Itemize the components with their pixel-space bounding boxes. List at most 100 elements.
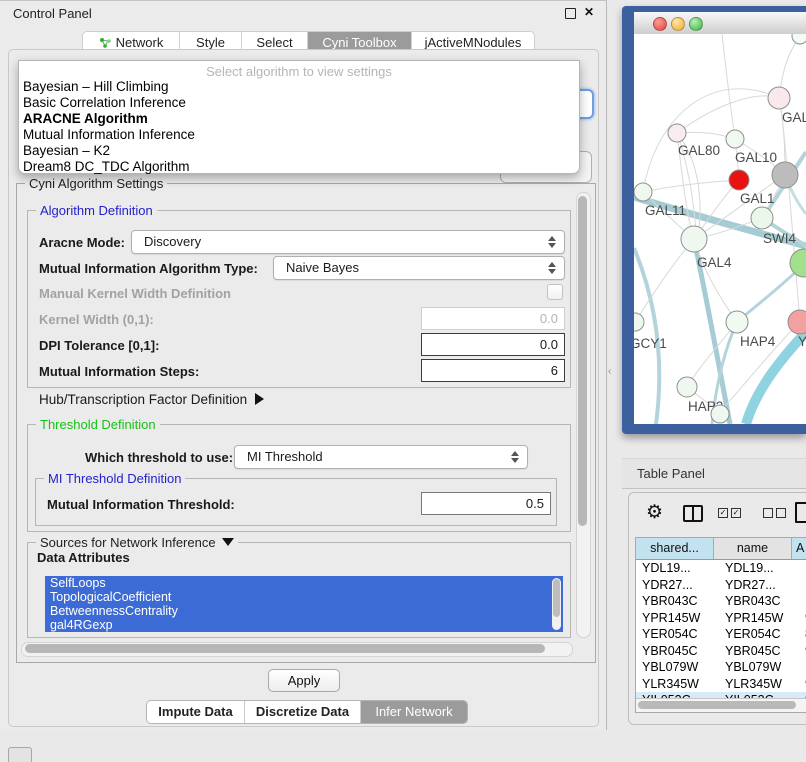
- tab-discretize-data[interactable]: Discretize Data: [245, 701, 361, 723]
- network-node[interactable]: [790, 249, 806, 277]
- table-row[interactable]: YLR345WYLR345W9.: [636, 676, 806, 693]
- algorithm-option[interactable]: Dream8 DC_TDC Algorithm: [19, 159, 579, 175]
- attribute-list-item[interactable]: gal4RGexp: [45, 618, 563, 632]
- settings-horizontal-scrollbar[interactable]: [21, 642, 573, 657]
- dpi-tolerance-input[interactable]: 0.0: [421, 333, 565, 356]
- select-all-icon[interactable]: ✓✓: [718, 508, 741, 518]
- algorithm-option[interactable]: ARACNE Algorithm: [19, 111, 579, 127]
- network-node-gal80[interactable]: [668, 124, 686, 142]
- table-cell: [802, 659, 806, 676]
- column-header-third[interactable]: A: [792, 538, 806, 559]
- settings-group-title: Cyni Algorithm Settings: [25, 176, 167, 191]
- mi-steps-label: Mutual Information Steps:: [39, 364, 199, 379]
- network-edge[interactable]: [722, 34, 735, 139]
- chevron-right-icon: [255, 393, 264, 405]
- minimize-traffic-light-icon[interactable]: [671, 17, 685, 31]
- table-cell: 13: [802, 560, 806, 577]
- network-edge[interactable]: [677, 96, 779, 133]
- gear-icon[interactable]: ⚙: [646, 501, 663, 524]
- network-node-label: GAL1: [740, 191, 775, 206]
- table-row[interactable]: YBL079WYBL079W: [636, 659, 806, 676]
- table-horizontal-thumb[interactable]: [638, 701, 796, 709]
- splitter-collapse-icon[interactable]: ‹: [608, 366, 611, 377]
- settings-vertical-scrollbar[interactable]: [576, 192, 591, 638]
- column-view-icon[interactable]: [683, 505, 703, 522]
- attribute-list-item[interactable]: TopologicalCoefficient: [45, 590, 563, 604]
- tab-impute-data[interactable]: Impute Data: [147, 701, 245, 723]
- algorithm-option[interactable]: Bayesian – K2: [19, 143, 579, 159]
- manual-kernel-checkbox[interactable]: [547, 284, 563, 300]
- attribute-list-item[interactable]: SelfLoops: [45, 576, 563, 590]
- table-horizontal-scrollbar[interactable]: [636, 698, 806, 712]
- network-canvas[interactable]: GALGAL80GAL10GAL1GAL11SWI4GAL4HAP4YGCY1H…: [634, 34, 806, 424]
- deselect-all-icon[interactable]: [763, 508, 786, 518]
- which-threshold-combobox[interactable]: MI Threshold: [234, 445, 528, 469]
- table-cell: YDL19...: [719, 560, 802, 577]
- algorithm-option[interactable]: Mutual Information Inference: [19, 127, 579, 143]
- aracne-mode-combobox[interactable]: Discovery: [131, 230, 565, 254]
- checked-box-icon: ✓: [718, 508, 728, 518]
- network-node-label: GAL80: [678, 143, 720, 158]
- table-panel-title: Table Panel: [637, 466, 705, 481]
- network-edge[interactable]: [780, 100, 800, 322]
- sources-title-label: Sources for Network Inference: [40, 535, 216, 550]
- column-header-shared-name[interactable]: shared...: [636, 538, 714, 559]
- data-attributes-list[interactable]: SelfLoopsTopologicalCoefficientBetweenne…: [45, 576, 563, 632]
- attribute-list-item[interactable]: BetweennessCentrality: [45, 604, 563, 618]
- mi-threshold-input[interactable]: 0.5: [421, 492, 551, 515]
- combo-arrows-icon: [548, 261, 555, 275]
- table-cell: YDR27...: [636, 577, 719, 594]
- network-node-hap2[interactable]: [677, 377, 697, 397]
- settings-horizontal-thumb[interactable]: [25, 644, 545, 653]
- list-scrollbar[interactable]: [552, 578, 561, 630]
- unchecked-box-icon: [776, 508, 786, 518]
- table-row[interactable]: YER054CYER054C8.: [636, 626, 806, 643]
- network-node-hap4[interactable]: [726, 311, 748, 333]
- close-icon[interactable]: ✕: [584, 5, 594, 19]
- algorithm-definition-title: Algorithm Definition: [36, 203, 157, 218]
- network-node-y[interactable]: [788, 310, 806, 334]
- network-node-label: HAP4: [740, 334, 776, 349]
- network-node[interactable]: [711, 405, 729, 423]
- network-node[interactable]: [772, 162, 798, 188]
- network-node-gal1[interactable]: [729, 170, 749, 190]
- list-scrollbar-thumb[interactable]: [553, 579, 560, 617]
- tab-label: Infer Network: [375, 704, 452, 719]
- algorithm-option[interactable]: Bayesian – Hill Climbing: [19, 79, 579, 95]
- network-node-swi4[interactable]: [751, 207, 773, 229]
- hub-definition-toggle[interactable]: Hub/Transcription Factor Definition: [39, 392, 264, 407]
- file-icon[interactable]: [795, 502, 806, 523]
- table-row[interactable]: YBR045CYBR045C9.: [636, 643, 806, 660]
- mi-steps-input[interactable]: 6: [421, 359, 565, 382]
- table-row[interactable]: YDL19...YDL19...13: [636, 560, 806, 577]
- network-node-label: GAL10: [735, 150, 777, 165]
- sources-group-title[interactable]: Sources for Network Inference: [36, 535, 238, 550]
- tab-infer-network[interactable]: Infer Network: [361, 701, 467, 723]
- network-node[interactable]: [792, 34, 806, 44]
- mi-algorithm-type-combobox[interactable]: Naive Bayes: [273, 256, 565, 280]
- combo-arrows-icon: [548, 235, 555, 249]
- table-row[interactable]: YPR145WYPR145W9.: [636, 610, 806, 627]
- manual-kernel-label: Manual Kernel Width Definition: [39, 286, 231, 301]
- close-traffic-light-icon[interactable]: [653, 17, 667, 31]
- apply-button[interactable]: Apply: [268, 669, 340, 692]
- kernel-width-input[interactable]: 0.0: [421, 307, 565, 330]
- network-node-gcy1[interactable]: [634, 313, 644, 331]
- network-node-gal10[interactable]: [726, 130, 744, 148]
- network-node-gal11[interactable]: [634, 183, 652, 201]
- algorithm-option[interactable]: Basic Correlation Inference: [19, 95, 579, 111]
- dock-panel-button[interactable]: [8, 747, 32, 762]
- hub-definition-label: Hub/Transcription Factor Definition: [39, 392, 247, 407]
- float-window-icon[interactable]: [565, 8, 576, 19]
- network-edge[interactable]: [643, 89, 779, 192]
- zoom-traffic-light-icon[interactable]: [689, 17, 703, 31]
- control-panel-header: Control Panel ✕: [0, 1, 606, 27]
- table-row[interactable]: YBR043CYBR043C: [636, 593, 806, 610]
- column-header-name[interactable]: name: [714, 538, 792, 559]
- table-row[interactable]: YDR27...YDR27...12: [636, 577, 806, 594]
- settings-vertical-thumb[interactable]: [578, 196, 587, 526]
- table-cell: YER054C: [636, 626, 719, 643]
- checked-box-icon: ✓: [731, 508, 741, 518]
- network-node-gal4[interactable]: [681, 226, 707, 252]
- network-node-gal[interactable]: [768, 87, 790, 109]
